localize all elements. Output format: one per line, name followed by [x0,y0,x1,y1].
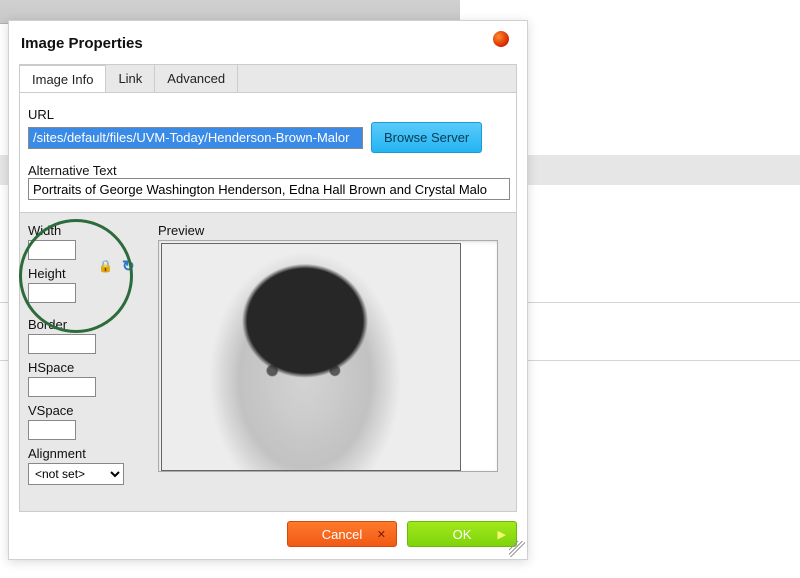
cancel-button-label: Cancel [322,527,362,542]
url-label: URL [28,107,508,122]
height-label: Height [28,266,158,281]
preview-box [158,240,498,472]
preview-label: Preview [158,223,500,238]
tab-image-info[interactable]: Image Info [20,65,106,93]
alt-text-label: Alternative Text [28,163,508,178]
top-fields: URL Browse Server Alternative Text [20,93,516,213]
dialog-resize-handle[interactable] [509,541,525,557]
cancel-arrow-icon: ✕ [377,528,386,541]
alt-text-input[interactable] [28,178,510,200]
image-properties-dialog: Image Properties Image Info Link Advance… [8,20,528,560]
hspace-input[interactable] [28,377,96,397]
dialog-title: Image Properties [9,21,527,62]
tab-panel: URL Browse Server Alternative Text Width… [19,92,517,512]
preview-image [161,243,461,471]
ok-arrow-icon: ▶ [498,528,506,541]
tab-link[interactable]: Link [106,65,155,92]
hspace-label: HSpace [28,360,158,375]
width-input[interactable] [28,240,76,260]
alignment-label: Alignment [28,446,158,461]
close-icon[interactable] [493,31,509,47]
cancel-button[interactable]: Cancel ✕ [287,521,397,547]
tab-advanced[interactable]: Advanced [155,65,238,92]
lower-panel: Width Height 🔒 ↻ Border HSpace [20,215,516,511]
browse-server-button[interactable]: Browse Server [371,122,482,153]
reset-size-icon[interactable]: ↻ [122,257,135,275]
border-input[interactable] [28,334,96,354]
width-label: Width [28,223,158,238]
lock-ratio-icon[interactable]: 🔒 [98,259,113,273]
ok-button[interactable]: OK ▶ [407,521,517,547]
preview-area: Preview [158,223,500,479]
url-input[interactable] [28,127,363,149]
alignment-select[interactable]: <not set> [28,463,124,485]
vspace-label: VSpace [28,403,158,418]
ok-button-label: OK [453,527,472,542]
dimension-controls: Width Height 🔒 ↻ Border HSpace [28,223,158,491]
dialog-footer: Cancel ✕ OK ▶ [19,519,517,549]
height-input[interactable] [28,283,76,303]
vspace-input[interactable] [28,420,76,440]
tabs: Image Info Link Advanced [19,64,517,92]
border-label: Border [28,317,158,332]
